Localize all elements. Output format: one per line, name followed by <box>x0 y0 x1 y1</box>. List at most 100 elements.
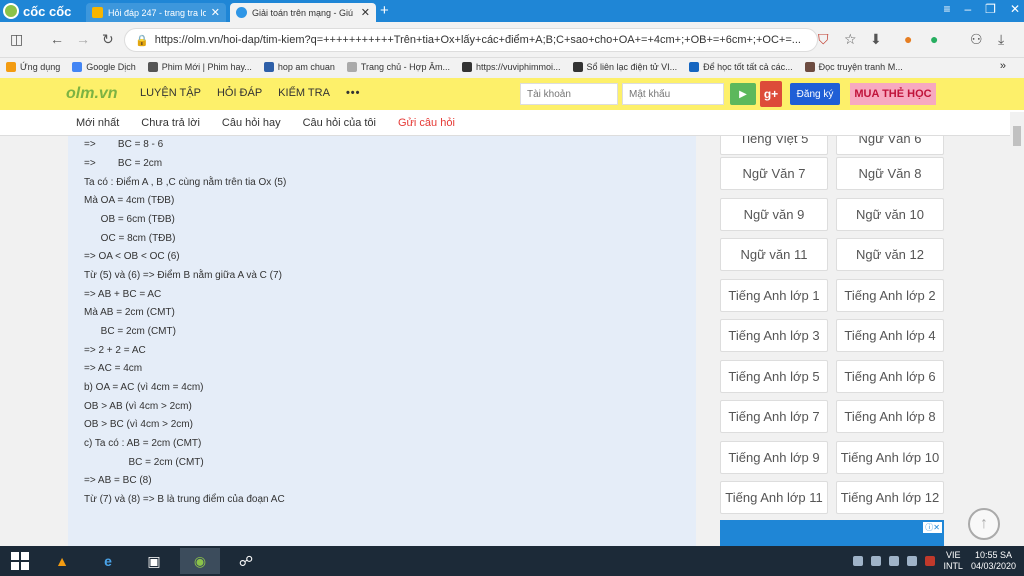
subject-link[interactable]: Ngữ văn 10 <box>836 198 944 231</box>
google-plus-login-button[interactable]: g+ <box>760 81 782 107</box>
clock[interactable]: 10:55 SA 04/03/2020 <box>971 550 1016 572</box>
subject-link[interactable]: Tiếng Anh lớp 1 <box>720 279 828 312</box>
bookmark-phim-moi[interactable]: Phim Mới | Phim hay... <box>147 62 252 72</box>
subject-link[interactable]: Tiếng Anh lớp 10 <box>836 441 944 474</box>
subject-link[interactable]: Tiếng Anh lớp 6 <box>836 360 944 393</box>
extension-c-icon[interactable]: ● <box>930 31 938 47</box>
bookmarks-more-icon[interactable]: » <box>1000 60 1006 72</box>
notification-icon[interactable] <box>853 556 864 566</box>
language-indicator[interactable]: VIE INTL <box>943 550 963 572</box>
subnav-my-questions[interactable]: Câu hỏi của tôi <box>303 117 376 129</box>
subject-link[interactable]: Tiếng Anh lớp 4 <box>836 319 944 352</box>
bookmark-de-hoc-tot[interactable]: Để học tốt tất cả các... <box>689 62 793 72</box>
reload-icon[interactable]: ↻ <box>102 31 114 48</box>
minimize-icon[interactable]: – <box>964 2 971 16</box>
olm-favicon-icon <box>236 7 247 18</box>
bookmark-label: Ứng dụng <box>20 62 61 72</box>
network-icon[interactable] <box>871 556 882 566</box>
subject-link[interactable]: Tiếng Anh lớp 7 <box>720 400 828 433</box>
subject-link[interactable]: Tiếng Anh lớp 2 <box>836 279 944 312</box>
bookmark-star-icon[interactable]: ☆ <box>844 31 857 48</box>
subject-link[interactable]: Ngữ Văn 7 <box>720 157 828 190</box>
new-tab-button[interactable]: + <box>380 2 389 19</box>
globe-icon <box>572 62 583 72</box>
site-logo[interactable]: olm.vn <box>66 85 118 103</box>
buy-card-button[interactable]: MUA THẺ HỌC <box>850 83 936 105</box>
shield-icon[interactable]: ⛉ <box>818 31 829 48</box>
extension-icon[interactable]: ● <box>904 31 912 47</box>
subject-link[interactable]: Ngữ văn 9 <box>720 198 828 231</box>
bookmark-label: hop am chuan <box>277 62 335 72</box>
page-scrollbar[interactable] <box>1010 112 1024 546</box>
back-icon[interactable]: ← <box>50 31 64 47</box>
answer-line: Từ (7) và (8) => B là trung điểm của đoạ… <box>84 494 285 505</box>
subnav-unanswered[interactable]: Chưa trả lời <box>141 117 200 129</box>
explorer-app-icon[interactable]: ▣ <box>134 548 174 574</box>
close-window-icon[interactable]: ✕ <box>1010 2 1020 16</box>
subject-link[interactable]: Ngữ văn 11 <box>720 238 828 271</box>
unikey-icon[interactable] <box>925 556 936 566</box>
bookmark-doc-truyen[interactable]: Đọc truyện tranh M... <box>804 62 903 72</box>
answer-line: => 2 + 2 = AC <box>84 345 146 356</box>
volume-icon[interactable] <box>907 556 918 566</box>
subnav-newest[interactable]: Mới nhất <box>76 117 119 129</box>
subject-link[interactable]: Tiếng Anh lớp 12 <box>836 481 944 514</box>
subject-link[interactable]: Ngữ văn 12 <box>836 238 944 271</box>
bookmark-so-lien-lac[interactable]: Sổ liên lạc điện tử VI... <box>572 62 677 72</box>
tab-hoidap247[interactable]: Hỏi đáp 247 - trang tra loi ✕ <box>86 3 226 22</box>
bookmark-apps[interactable]: Ứng dụng <box>6 62 60 72</box>
subnav-good-questions[interactable]: Câu hỏi hay <box>222 117 281 129</box>
subject-link[interactable]: Tiếng Anh lớp 9 <box>720 441 828 474</box>
password-field[interactable] <box>622 83 724 105</box>
forward-icon[interactable]: → <box>76 31 90 47</box>
bookmark-hop-am-chuan[interactable]: hop am chuan <box>263 62 335 72</box>
close-tab-icon[interactable]: ✕ <box>211 6 220 19</box>
address-bar[interactable]: 🔒 https://olm.vn/hoi-dap/tim-kiem?q=++++… <box>124 28 818 52</box>
internet-explorer-icon[interactable]: e <box>88 548 128 574</box>
subject-link[interactable]: Tiếng Anh lớp 8 <box>836 400 944 433</box>
advertisement-banner[interactable]: ⓘ✕ <box>720 520 944 546</box>
tab-olm[interactable]: Giải toán trên mạng - Giú ✕ <box>230 3 376 22</box>
sidebar-toggle-icon[interactable]: ◫ <box>10 31 23 48</box>
nav-hoi-dap[interactable]: HỎI ĐÁP <box>217 87 262 99</box>
coccoc-taskbar-icon[interactable]: ◉ <box>180 548 220 574</box>
start-button[interactable] <box>0 548 40 574</box>
tab-title: Hỏi đáp 247 - trang tra loi <box>108 7 206 18</box>
answer-line: OB > BC (vì 4cm > 2cm) <box>84 419 193 430</box>
page-icon <box>462 62 472 72</box>
bookmark-google-translate[interactable]: Google Dịch <box>72 62 136 72</box>
subnav-ask-question[interactable]: Gửi câu hỏi <box>398 117 455 129</box>
menu-icon[interactable]: ≡ <box>943 2 950 16</box>
manga-icon <box>804 62 815 72</box>
ad-close-icon[interactable]: ⓘ✕ <box>923 522 942 533</box>
answer-line: b) OA = AC (vì 4cm = 4cm) <box>84 382 204 393</box>
subject-link[interactable]: Ngữ Văn 8 <box>836 157 944 190</box>
coccoc-logo[interactable]: cốc cốc <box>3 2 71 20</box>
bookmark-vuviphimmoi[interactable]: https://vuviphimmoi... <box>462 62 561 72</box>
window-controls: ≡ – ❐ ✕ <box>943 2 1020 16</box>
profile-icon[interactable]: ⚇ <box>970 31 983 48</box>
register-button[interactable]: Đăng ký <box>790 83 840 105</box>
subject-link[interactable]: Tiếng Anh lớp 3 <box>720 319 828 352</box>
shield-tray-icon[interactable] <box>889 556 900 566</box>
subject-link[interactable]: Tiếng Anh lớp 5 <box>720 360 828 393</box>
download-icon[interactable]: ⬇ <box>870 31 882 48</box>
restore-icon[interactable]: ❐ <box>985 2 996 16</box>
bookmark-trang-chu-hop-am[interactable]: Trang chủ - Hợp Âm... <box>346 62 450 72</box>
username-field[interactable] <box>520 83 618 105</box>
nav-kiem-tra[interactable]: KIỂM TRA <box>278 87 330 99</box>
scrollbar-thumb[interactable] <box>1013 126 1021 146</box>
close-tab-icon[interactable]: ✕ <box>361 6 370 19</box>
answer-line: => AC = 4cm <box>84 363 143 374</box>
scroll-to-top-button[interactable]: ↑ <box>968 508 1000 540</box>
downloads-tray-icon[interactable]: ⤓ <box>998 31 1004 48</box>
vlc-icon[interactable]: ▲ <box>42 548 82 574</box>
subject-link[interactable]: Tiếng Việt 5 <box>720 136 828 155</box>
answer-line: Từ (5) và (6) => Điểm B nằm giữa A và C … <box>84 270 282 281</box>
subject-link[interactable]: Ngữ Văn 6 <box>836 136 944 155</box>
subject-link[interactable]: Tiếng Anh lớp 11 <box>720 481 828 514</box>
nav-more[interactable]: ••• <box>346 87 361 99</box>
login-button[interactable]: ▶ <box>730 83 756 105</box>
app-icon[interactable]: ☍ <box>226 548 266 574</box>
nav-luyen-tap[interactable]: LUYỆN TẬP <box>140 87 201 99</box>
